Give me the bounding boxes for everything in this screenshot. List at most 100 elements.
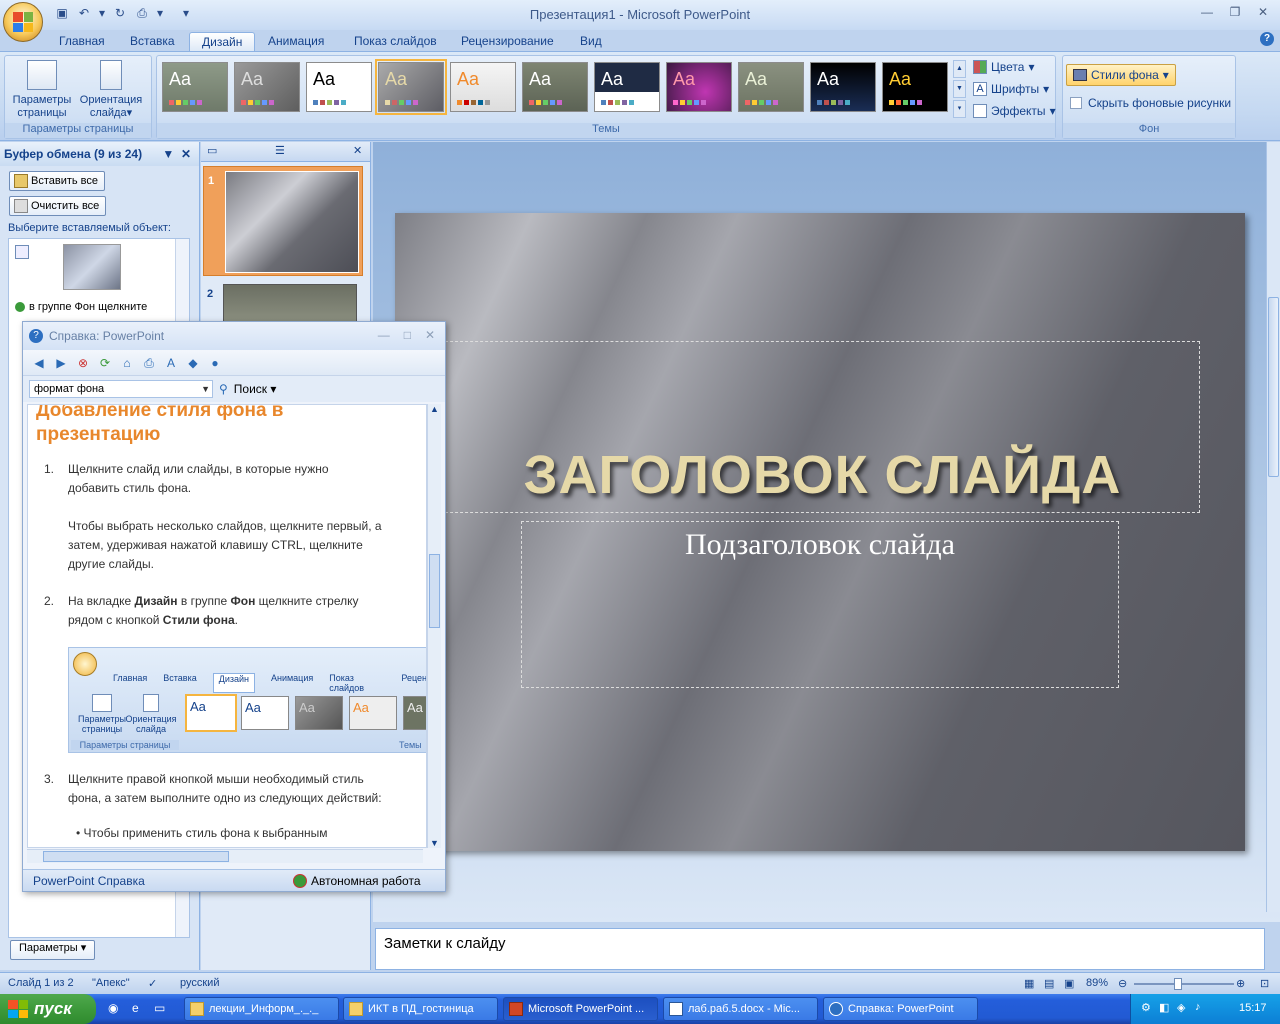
background-styles-button[interactable]: Стили фона ▾ [1066, 64, 1176, 86]
volume-icon[interactable]: ♪ [1195, 1001, 1201, 1013]
zoom-level[interactable]: 89% [1086, 977, 1108, 989]
taskbar-item[interactable]: лаб.раб.5.docx - Mic... [663, 997, 818, 1021]
clip-item-thumbnail[interactable] [63, 244, 121, 290]
close-pane-icon[interactable]: ✕ [353, 144, 362, 157]
language[interactable]: русский [180, 977, 219, 989]
ie-icon[interactable]: e [132, 1001, 139, 1015]
slide-sorter-icon[interactable]: ▤ [1044, 977, 1054, 990]
tab-animation[interactable]: Анимация [256, 32, 336, 52]
hide-background-checkbox[interactable]: Скрыть фоновые рисунки [1070, 96, 1231, 110]
tray-icon[interactable]: ◧ [1159, 1001, 1169, 1014]
taskbar-item-active[interactable]: Microsoft PowerPoint ... [503, 997, 658, 1021]
theme-thumbnail-selected[interactable]: Aa [375, 59, 447, 115]
forward-icon[interactable]: ▶ [53, 355, 69, 371]
fonts-button[interactable]: A Шрифты ▾ [973, 80, 1056, 98]
theme-thumbnail[interactable]: Aa [594, 62, 660, 112]
tab-design[interactable]: Дизайн [189, 32, 256, 52]
minimize-icon[interactable]: — [378, 328, 390, 342]
paste-all-button[interactable]: Вставить все [9, 171, 106, 191]
title-placeholder[interactable]: ЗАГОЛОВОК СЛАЙДА [445, 341, 1200, 513]
taskbar-item[interactable]: Справка: PowerPoint [823, 997, 978, 1021]
home-icon[interactable]: ⌂ [119, 355, 135, 371]
maximize-icon[interactable]: ❐ [1226, 4, 1244, 20]
slide-orientation-button[interactable]: Ориентация слайда▾ [75, 60, 147, 120]
checkbox-icon[interactable] [1070, 97, 1082, 109]
gallery-down-icon[interactable]: ▼ [953, 80, 966, 98]
slide-thumbnail-1[interactable]: 1 [203, 166, 363, 276]
current-slide[interactable]: ЗАГОЛОВОК СЛАЙДА Подзаголовок слайда [395, 213, 1245, 851]
help-vertical-scrollbar[interactable]: ▲ ▼ [427, 404, 441, 848]
scroll-down-icon[interactable]: ▼ [430, 838, 439, 848]
colors-button[interactable]: Цвета ▾ [973, 58, 1056, 76]
taskbar-item[interactable]: лекции_Информ_._._ [184, 997, 339, 1021]
theme-thumbnail[interactable]: Aa [810, 62, 876, 112]
scroll-up-icon[interactable]: ▲ [430, 404, 439, 414]
office-button[interactable] [3, 2, 43, 42]
tab-home[interactable]: Главная [47, 32, 117, 52]
outline-tab-icon[interactable]: ☰ [275, 144, 285, 157]
theme-thumbnail[interactable]: Aa [522, 62, 588, 112]
slideshow-icon[interactable]: ▣ [1064, 977, 1074, 990]
start-button[interactable]: пуск [0, 994, 96, 1024]
zoom-out-icon[interactable]: ⊖ [1118, 977, 1127, 990]
options-button[interactable]: Параметры ▾ [10, 940, 96, 960]
notes-field[interactable]: Заметки к слайду [375, 928, 1265, 970]
tray-icon[interactable]: ⚙ [1141, 1001, 1151, 1014]
tab-review[interactable]: Рецензирование [449, 32, 566, 52]
vertical-scrollbar[interactable] [1266, 142, 1280, 912]
effects-button[interactable]: Эффекты ▾ [973, 102, 1056, 120]
text-size-icon[interactable]: A [163, 355, 179, 371]
close-icon[interactable]: ✕ [1254, 4, 1272, 20]
show-desktop-icon[interactable]: ▭ [154, 1001, 165, 1015]
clear-all-button[interactable]: Очистить все [9, 196, 107, 216]
theme-thumbnail[interactable]: Aa [162, 62, 228, 112]
minimize-icon[interactable]: — [1198, 4, 1216, 20]
keep-on-top-icon[interactable]: ● [207, 355, 223, 371]
help-horizontal-scrollbar[interactable] [27, 849, 423, 863]
fit-window-icon[interactable]: ⊡ [1260, 977, 1269, 990]
clip-item[interactable]: в группе Фон щелкните [15, 301, 147, 313]
tab-insert[interactable]: Вставка [118, 32, 187, 52]
offline-status[interactable]: Автономная работа [293, 874, 421, 888]
pane-menu-icon[interactable]: ▼ [162, 147, 174, 161]
page-setup-button[interactable]: Параметры страницы [9, 60, 75, 120]
tab-slideshow[interactable]: Показ слайдов [342, 32, 449, 52]
clock[interactable]: 15:17 [1239, 1002, 1267, 1014]
theme-thumbnail[interactable]: Aa [450, 62, 516, 112]
spellcheck-icon[interactable]: ✓ [148, 977, 157, 990]
close-icon[interactable]: ✕ [425, 328, 435, 342]
media-player-icon[interactable]: ◉ [108, 1001, 118, 1015]
search-button[interactable]: Поиск ▾ [234, 382, 277, 396]
gallery-more-icon[interactable]: ▾ [953, 100, 966, 118]
maximize-icon[interactable]: □ [404, 328, 411, 342]
dropdown-arrow-icon[interactable]: ▼ [201, 381, 210, 397]
theme-thumbnail[interactable]: Aa [882, 62, 948, 112]
help-icon[interactable]: ? [1260, 32, 1274, 46]
help-search-input[interactable]: формат фона ▼ [29, 380, 213, 398]
print-icon[interactable]: ⎙ [141, 355, 157, 371]
normal-view-icon[interactable]: ▦ [1024, 977, 1034, 990]
taskbar-item[interactable]: ИКТ в ПД_гостиница [343, 997, 498, 1021]
gallery-up-icon[interactable]: ▲ [953, 60, 966, 78]
scrollbar-thumb[interactable] [429, 554, 440, 628]
tray-icon[interactable]: ◈ [1177, 1001, 1185, 1014]
toc-icon[interactable]: ◆ [185, 355, 201, 371]
theme-thumbnail[interactable]: Aa [738, 62, 804, 112]
theme-thumbnail[interactable]: Aa [234, 62, 300, 112]
slide-subtitle[interactable]: Подзаголовок слайда [522, 528, 1118, 562]
back-icon[interactable]: ◀ [31, 355, 47, 371]
scrollbar-thumb[interactable] [1268, 297, 1279, 477]
close-pane-icon[interactable]: ✕ [181, 147, 191, 161]
scrollbar-thumb[interactable] [43, 851, 229, 862]
zoom-slider-knob[interactable] [1174, 978, 1182, 990]
zoom-slider[interactable] [1134, 978, 1234, 990]
theme-thumbnail[interactable]: Aa [306, 62, 372, 112]
refresh-icon[interactable]: ⟳ [97, 355, 113, 371]
help-source-link[interactable]: PowerPoint Справка [33, 874, 145, 888]
zoom-in-icon[interactable]: ⊕ [1236, 977, 1245, 990]
theme-thumbnail[interactable]: Aa [666, 62, 732, 112]
subtitle-placeholder[interactable]: Подзаголовок слайда [521, 521, 1119, 688]
slide-title[interactable]: ЗАГОЛОВОК СЛАЙДА [446, 444, 1199, 506]
search-icon[interactable]: ⚲ [219, 382, 228, 396]
tab-view[interactable]: Вид [568, 32, 614, 52]
